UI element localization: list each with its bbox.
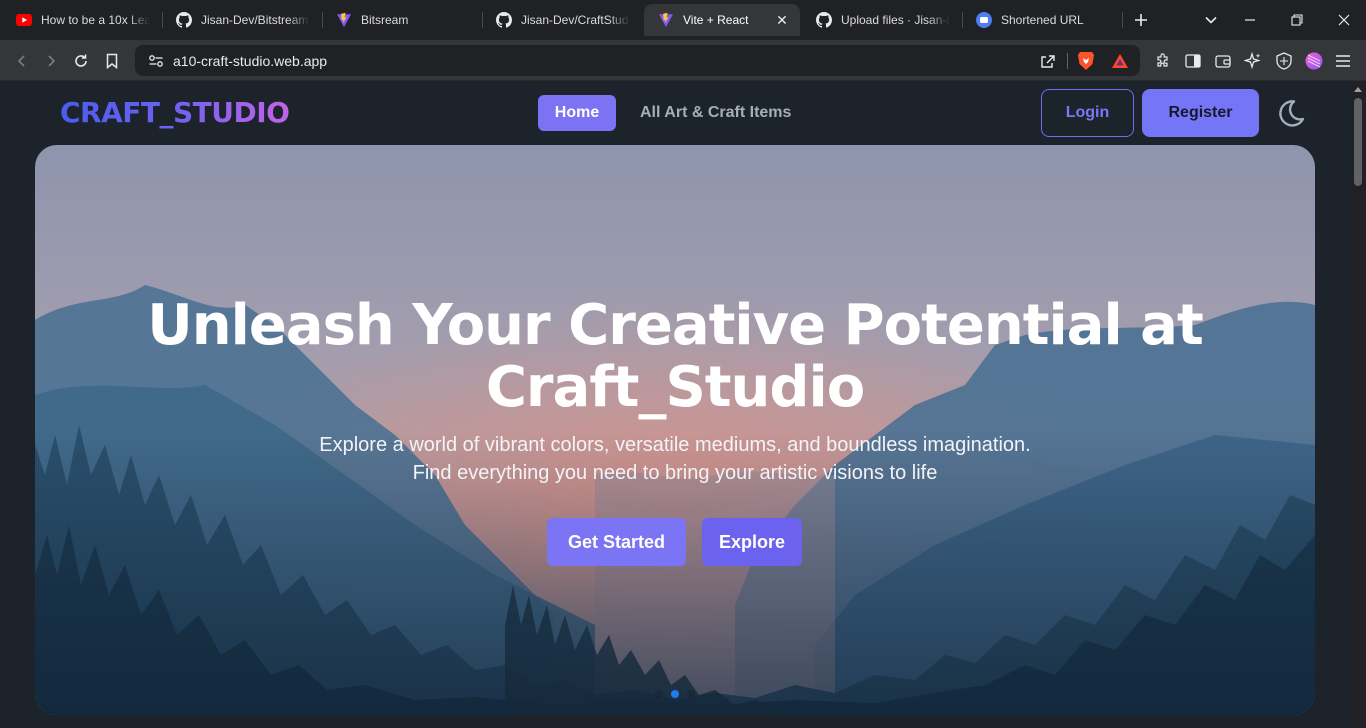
site-logo[interactable]: CRAFT_STUDIO bbox=[60, 96, 290, 129]
page-viewport: CRAFT_STUDIO Home All Art & Craft Items … bbox=[0, 82, 1350, 728]
url-text: a10-craft-studio.web.app bbox=[173, 52, 328, 69]
brave-rewards-button[interactable] bbox=[1111, 45, 1129, 76]
tab-vite-react-active[interactable]: Vite + React ✕ bbox=[644, 4, 800, 36]
share-icon bbox=[1041, 54, 1055, 68]
scroll-up-arrow-icon[interactable] bbox=[1354, 87, 1362, 92]
explore-button[interactable]: Explore bbox=[702, 518, 802, 566]
close-window-button[interactable] bbox=[1331, 8, 1357, 32]
close-icon bbox=[1338, 14, 1350, 26]
wallet-button[interactable] bbox=[1210, 48, 1236, 74]
share-button[interactable] bbox=[1040, 45, 1056, 76]
hero-subtitle-line: Find everything you need to bring your a… bbox=[412, 462, 938, 484]
tab-upload-files[interactable]: Upload files · Jisan-D bbox=[802, 6, 960, 34]
carousel-dot[interactable] bbox=[655, 690, 663, 698]
new-tab-button[interactable] bbox=[1128, 8, 1154, 32]
hero-subtitle-line: Explore a world of vibrant colors, versa… bbox=[319, 434, 1031, 456]
hero-title: Unleash Your Creative Potential at Craft… bbox=[35, 295, 1315, 419]
page-scrollbar[interactable] bbox=[1350, 82, 1366, 728]
tab-youtube[interactable]: How to be a 10x Lear bbox=[2, 6, 160, 34]
tab-search-button[interactable] bbox=[1198, 8, 1224, 32]
github-icon bbox=[816, 12, 832, 28]
tab-title: Upload files · Jisan-D bbox=[841, 13, 950, 27]
back-button[interactable] bbox=[9, 48, 35, 74]
register-button[interactable]: Register bbox=[1142, 89, 1259, 137]
arrow-left-icon bbox=[17, 55, 25, 67]
tab-title: Bitsream bbox=[361, 13, 409, 27]
youtube-icon bbox=[16, 12, 32, 28]
profile-button[interactable] bbox=[1301, 48, 1327, 74]
wallet-icon bbox=[1215, 55, 1231, 68]
divider bbox=[1067, 53, 1068, 69]
vite-icon bbox=[336, 12, 352, 28]
carousel-indicators bbox=[655, 690, 695, 700]
minimize-button[interactable] bbox=[1237, 8, 1263, 32]
github-icon bbox=[496, 12, 512, 28]
reload-icon bbox=[75, 54, 87, 67]
tab-github-bitstream[interactable]: Jisan-Dev/Bitstream- bbox=[162, 6, 320, 34]
arrow-right-icon bbox=[48, 55, 56, 67]
close-icon[interactable]: ✕ bbox=[774, 12, 790, 28]
tab-title: How to be a 10x Lear bbox=[41, 13, 150, 27]
theme-toggle-button[interactable] bbox=[1274, 96, 1308, 130]
get-started-button[interactable]: Get Started bbox=[547, 518, 686, 566]
shield-icon bbox=[1276, 52, 1292, 70]
sidebar-button[interactable] bbox=[1180, 48, 1206, 74]
browser-tab-strip: How to be a 10x Lear Jisan-Dev/Bitstream… bbox=[0, 0, 1366, 40]
tab-title: Shortened URL bbox=[1001, 13, 1084, 27]
link-icon bbox=[976, 12, 992, 28]
hero-subtitle: Explore a world of vibrant colors, versa… bbox=[35, 431, 1315, 487]
menu-button[interactable] bbox=[1330, 48, 1356, 74]
chevron-down-icon bbox=[1205, 16, 1217, 24]
tab-title: Vite + React bbox=[683, 13, 749, 27]
hero-background-image bbox=[35, 145, 1315, 715]
vite-icon bbox=[658, 12, 674, 28]
tab-github-craftstudio[interactable]: Jisan-Dev/CraftStudio bbox=[482, 6, 640, 34]
minimize-icon bbox=[1245, 19, 1255, 21]
scrollbar-thumb[interactable] bbox=[1354, 98, 1362, 186]
puzzle-icon bbox=[1157, 53, 1168, 67]
nav-home-link[interactable]: Home bbox=[538, 95, 616, 131]
leo-ai-button[interactable] bbox=[1240, 48, 1266, 74]
restore-icon bbox=[1291, 14, 1303, 26]
carousel-dot[interactable] bbox=[687, 690, 695, 698]
hero-title-line: Unleash Your Creative Potential at bbox=[147, 293, 1203, 358]
bookmark-button[interactable] bbox=[99, 48, 125, 74]
hero-carousel: Unleash Your Creative Potential at Craft… bbox=[35, 145, 1315, 715]
address-bar[interactable]: a10-craft-studio.web.app bbox=[135, 45, 1140, 76]
carousel-dot-active[interactable] bbox=[671, 690, 679, 698]
brave-lion-icon bbox=[1078, 51, 1094, 70]
login-button[interactable]: Login bbox=[1041, 89, 1134, 137]
sidebar-icon bbox=[1185, 54, 1201, 68]
plus-icon bbox=[1135, 14, 1147, 26]
hamburger-icon bbox=[1336, 55, 1350, 67]
rewards-triangle-icon bbox=[1112, 53, 1128, 68]
github-icon bbox=[176, 12, 192, 28]
hero-title-line: Craft_Studio bbox=[485, 355, 865, 420]
moon-icon bbox=[1279, 100, 1305, 127]
tab-shortened-url[interactable]: Shortened URL bbox=[962, 6, 1120, 34]
tab-bitsream[interactable]: Bitsream bbox=[322, 6, 480, 34]
reload-button[interactable] bbox=[68, 48, 94, 74]
tab-separator bbox=[1122, 12, 1123, 28]
browser-toolbar: a10-craft-studio.web.app bbox=[0, 40, 1366, 81]
nav-all-items-link[interactable]: All Art & Craft Items bbox=[640, 104, 791, 122]
vpn-button[interactable] bbox=[1271, 48, 1297, 74]
sparkle-icon bbox=[1244, 52, 1261, 70]
tab-title: Jisan-Dev/CraftStudio bbox=[521, 13, 630, 27]
forward-button[interactable] bbox=[38, 48, 64, 74]
tab-title: Jisan-Dev/Bitstream- bbox=[201, 13, 310, 27]
avatar-icon bbox=[1305, 52, 1323, 70]
extensions-button[interactable] bbox=[1150, 48, 1176, 74]
bookmark-icon bbox=[106, 53, 118, 69]
restore-button[interactable] bbox=[1284, 8, 1310, 32]
site-settings-icon[interactable] bbox=[141, 54, 171, 68]
brave-shields-button[interactable] bbox=[1077, 45, 1095, 76]
